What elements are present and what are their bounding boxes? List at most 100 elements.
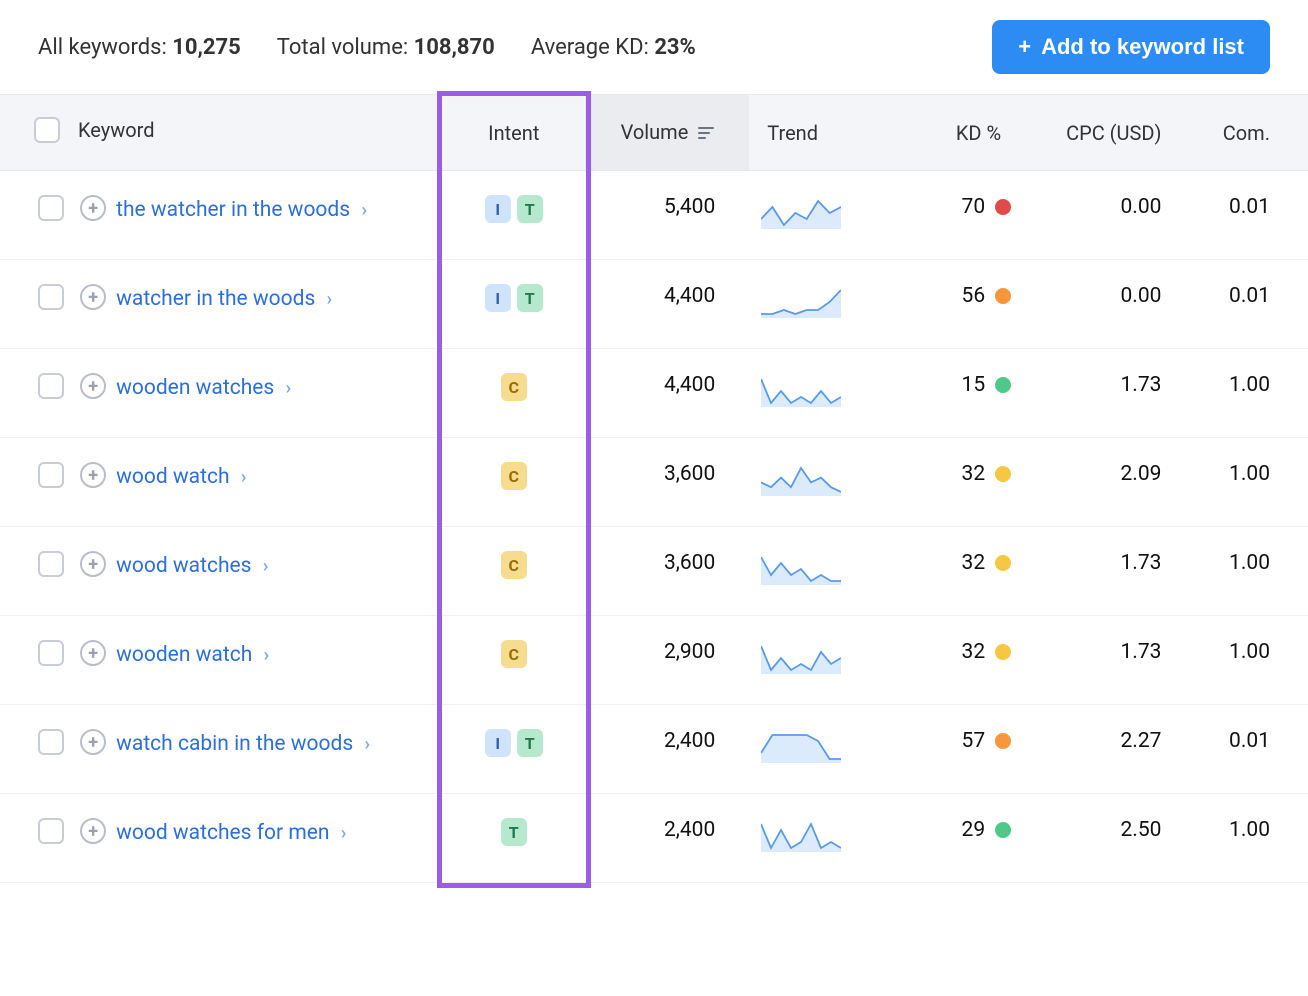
row-checkbox[interactable]: [38, 284, 64, 310]
expand-icon[interactable]: +: [80, 551, 106, 577]
expand-icon[interactable]: +: [80, 729, 106, 755]
kd-value: 29: [962, 818, 986, 842]
chevrons-icon[interactable]: ››: [263, 556, 264, 577]
intent-badge-i[interactable]: I: [485, 195, 511, 223]
trend-sparkline: [749, 527, 891, 616]
trend-sparkline: [749, 794, 891, 883]
row-checkbox[interactable]: [38, 195, 64, 221]
col-header-volume-label: Volume: [621, 120, 689, 144]
col-header-keyword-label: Keyword: [78, 118, 155, 142]
trend-sparkline: [749, 171, 891, 260]
summary-avg-kd-label: Average KD:: [531, 35, 655, 60]
col-header-com[interactable]: Com.: [1187, 95, 1308, 171]
expand-icon[interactable]: +: [80, 284, 106, 310]
intent-badge-c[interactable]: C: [501, 640, 527, 668]
col-header-kd[interactable]: KD %: [892, 95, 1023, 171]
plus-icon: +: [1018, 34, 1031, 60]
kd-value: 32: [962, 462, 986, 486]
col-header-keyword[interactable]: Keyword: [0, 95, 443, 171]
expand-icon[interactable]: +: [80, 373, 106, 399]
table-row: + wood watches ›› C 3,600 32 1.73 1.00: [0, 527, 1308, 616]
intent-badge-c[interactable]: C: [501, 551, 527, 579]
intent-badge-c[interactable]: C: [501, 462, 527, 490]
summary-bar: All keywords: 10,275 Total volume: 108,8…: [0, 0, 1308, 94]
select-all-checkbox[interactable]: [34, 117, 60, 143]
table-row: + wooden watch ›› C 2,900 32 1.73 1.00: [0, 616, 1308, 705]
kd-difficulty-dot: [995, 199, 1011, 215]
keyword-link[interactable]: wooden watch: [116, 643, 252, 667]
add-to-list-button[interactable]: + Add to keyword list: [992, 20, 1270, 74]
keyword-link[interactable]: watcher in the woods: [116, 287, 315, 311]
chevrons-icon[interactable]: ››: [241, 467, 242, 488]
volume-value: 4,400: [585, 260, 749, 349]
col-header-kd-label: KD %: [956, 121, 1001, 145]
summary-all-keywords-label: All keywords:: [38, 35, 172, 60]
row-checkbox[interactable]: [38, 729, 64, 755]
chevrons-icon[interactable]: ››: [263, 645, 264, 666]
summary-all-keywords: All keywords: 10,275: [38, 35, 241, 60]
kd-value: 56: [962, 284, 986, 308]
kd-value: 57: [962, 729, 986, 753]
cpc-value: 2.09: [1023, 438, 1187, 527]
table-row: + the watcher in the woods ›› IT 5,400 7…: [0, 171, 1308, 260]
expand-icon[interactable]: +: [80, 462, 106, 488]
intent-badge-c[interactable]: C: [501, 373, 527, 401]
com-value: 1.00: [1187, 349, 1308, 438]
chevrons-icon[interactable]: ››: [364, 734, 365, 755]
keywords-table: Keyword Intent Volume Trend KD % CPC (US…: [0, 94, 1308, 883]
col-header-cpc-label: CPC (USD): [1066, 121, 1161, 145]
kd-difficulty-dot: [995, 466, 1011, 482]
intent-badge-t[interactable]: T: [517, 284, 543, 312]
intent-badge-t[interactable]: T: [501, 818, 527, 846]
kd-value: 70: [962, 195, 986, 219]
cpc-value: 2.50: [1023, 794, 1187, 883]
expand-icon[interactable]: +: [80, 195, 106, 221]
trend-sparkline: [749, 438, 891, 527]
summary-all-keywords-value: 10,275: [172, 35, 241, 60]
expand-icon[interactable]: +: [80, 818, 106, 844]
row-checkbox[interactable]: [38, 373, 64, 399]
keyword-link[interactable]: wood watches for men: [116, 821, 329, 845]
volume-value: 2,400: [585, 794, 749, 883]
chevrons-icon[interactable]: ››: [361, 200, 362, 221]
keyword-link[interactable]: watch cabin in the woods: [116, 732, 353, 756]
cpc-value: 0.00: [1023, 171, 1187, 260]
intent-badge-t[interactable]: T: [517, 729, 543, 757]
com-value: 0.01: [1187, 171, 1308, 260]
row-checkbox[interactable]: [38, 551, 64, 577]
kd-difficulty-dot: [995, 644, 1011, 660]
kd-difficulty-dot: [995, 288, 1011, 304]
volume-value: 3,600: [585, 527, 749, 616]
col-header-trend[interactable]: Trend: [749, 95, 891, 171]
keyword-link[interactable]: wooden watches: [116, 376, 274, 400]
col-header-intent[interactable]: Intent: [443, 95, 585, 171]
keyword-link[interactable]: wood watches: [116, 554, 251, 578]
row-checkbox[interactable]: [38, 640, 64, 666]
cpc-value: 1.73: [1023, 616, 1187, 705]
intent-badge-i[interactable]: I: [485, 729, 511, 757]
intent-badge-t[interactable]: T: [517, 195, 543, 223]
col-header-volume[interactable]: Volume: [585, 95, 749, 171]
intent-badge-i[interactable]: I: [485, 284, 511, 312]
keyword-link[interactable]: the watcher in the woods: [116, 198, 350, 222]
expand-icon[interactable]: +: [80, 640, 106, 666]
row-checkbox[interactable]: [38, 462, 64, 488]
volume-value: 2,900: [585, 616, 749, 705]
row-checkbox[interactable]: [38, 818, 64, 844]
summary-total-volume: Total volume: 108,870: [277, 35, 495, 60]
cpc-value: 1.73: [1023, 527, 1187, 616]
summary-total-volume-value: 108,870: [414, 35, 495, 60]
chevrons-icon[interactable]: ››: [285, 378, 286, 399]
table-header-row: Keyword Intent Volume Trend KD % CPC (US…: [0, 95, 1308, 171]
summary-avg-kd: Average KD: 23%: [531, 35, 696, 60]
trend-sparkline: [749, 616, 891, 705]
col-header-intent-label: Intent: [488, 121, 539, 145]
col-header-cpc[interactable]: CPC (USD): [1023, 95, 1187, 171]
kd-value: 32: [962, 551, 986, 575]
com-value: 0.01: [1187, 705, 1308, 794]
summary-avg-kd-value: 23%: [654, 35, 696, 60]
chevrons-icon[interactable]: ››: [327, 289, 328, 310]
com-value: 0.01: [1187, 260, 1308, 349]
keyword-link[interactable]: wood watch: [116, 465, 229, 489]
chevrons-icon[interactable]: ››: [341, 823, 342, 844]
